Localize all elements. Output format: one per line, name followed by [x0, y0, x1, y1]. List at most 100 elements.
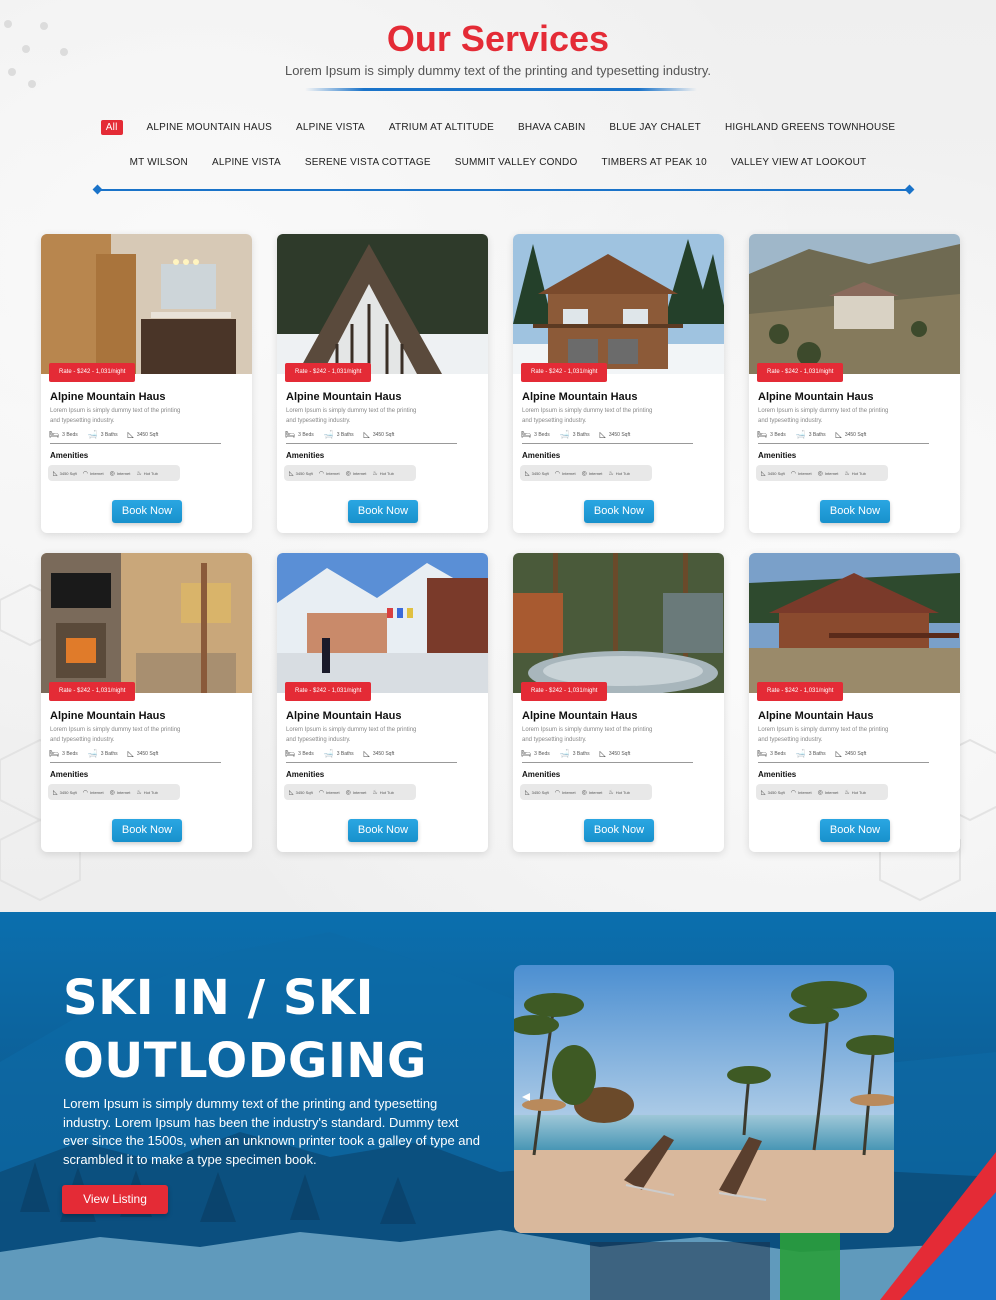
book-now-button[interactable]: Book Now: [584, 819, 654, 842]
amenity-wifi: ◠ Internet: [791, 789, 812, 796]
amenity-internet-label: Internet: [824, 470, 839, 476]
amenity-internet: ◎ Internet: [818, 789, 839, 796]
area-label: 3450 Sqft: [372, 431, 395, 438]
beds-label: 3 Beds: [534, 431, 550, 438]
internet-icon: ◎: [345, 789, 351, 796]
area-label: 3450 Sqft: [136, 750, 159, 757]
amenities-list: ◺ 3450 Sqft ◠ Internet ◎ Internet ♨ Hot Tub: [756, 465, 888, 481]
hot-tub-icon: ♨: [608, 470, 614, 477]
beds-label: 3 Beds: [770, 750, 786, 757]
wifi-icon: ◠: [318, 470, 324, 477]
wifi-icon: ◠: [318, 789, 324, 796]
book-now-button[interactable]: Book Now: [112, 819, 182, 842]
bed-icon: 🛏: [757, 430, 768, 439]
internet-icon: ◎: [581, 470, 587, 477]
filter-alpine-vista[interactable]: ALPINE VISTA: [296, 120, 365, 135]
banner-text: Lorem Ipsum is simply dummy text of the …: [63, 1096, 480, 1167]
filter-timbers-at-peak-10[interactable]: TIMBERS AT PEAK 10: [601, 155, 707, 170]
internet-icon: ◎: [581, 789, 587, 796]
book-now-button[interactable]: Book Now: [820, 819, 890, 842]
listing-title: Alpine Mountain Haus: [522, 710, 638, 722]
amenity-hottub-label: Hot Tub: [851, 470, 866, 476]
bed-icon: 🛏: [757, 749, 768, 758]
banner-title: SKI IN / SKI OUTLODGING: [63, 970, 427, 1089]
filter-serene-vista-cottage[interactable]: SERENE VISTA COTTAGE: [305, 155, 431, 170]
amenity-hottub-label: Hot Tub: [615, 470, 630, 476]
listing-card[interactable]: Rate - $242 - 1,031/night Alpine Mountain…: [513, 553, 724, 852]
amenity-area: ◺ 3450 Sqft: [53, 470, 77, 477]
rate-badge: Rate - $242 - 1,031/night: [49, 682, 136, 701]
rate-badge: Rate - $242 - 1,031/night: [49, 363, 136, 382]
amenities-title: Amenities: [758, 451, 797, 460]
filter-blue-jay-chalet[interactable]: BLUE JAY CHALET: [609, 120, 701, 135]
amenity-internet: ◎ Internet: [818, 470, 839, 477]
baths-label: 3 Baths: [808, 431, 826, 438]
view-listing-button[interactable]: View Listing: [62, 1185, 168, 1214]
area-label: 3450 Sqft: [844, 750, 867, 757]
filter-row-1: All ALPINE MOUNTAIN HAUS ALPINE VISTA AT…: [0, 120, 996, 135]
listing-specs: 🛏 3 Beds 🛁 3 Baths ◺ 3450 Sqft: [757, 430, 866, 439]
card-divider: [758, 443, 929, 444]
listing-title: Alpine Mountain Haus: [522, 391, 638, 403]
area-spec: ◺ 3450 Sqft: [836, 749, 867, 758]
amenity-hottub-label: Hot Tub: [615, 789, 630, 795]
baths-label: 3 Baths: [100, 431, 118, 438]
filter-alpine-mountain-haus[interactable]: ALPINE MOUNTAIN HAUS: [147, 120, 273, 135]
card-divider: [522, 762, 693, 763]
filter-bhava-cabin[interactable]: BHAVA CABIN: [518, 120, 585, 135]
amenity-wifi-label: Internet: [798, 470, 812, 476]
amenity-area: ◺ 3450 Sqft: [525, 789, 549, 796]
book-now-button[interactable]: Book Now: [348, 500, 418, 523]
baths-spec: 🛁 3 Baths: [560, 430, 590, 439]
amenity-wifi: ◠ Internet: [791, 470, 812, 477]
listing-card[interactable]: Rate - $242 - 1,031/night Alpine Mountain…: [277, 553, 488, 852]
amenity-hottub-label: Hot Tub: [851, 789, 866, 795]
area-icon: ◺: [599, 749, 606, 758]
listing-card[interactable]: Rate - $242 - 1,031/night Alpine Mountain…: [513, 234, 724, 533]
filter-alpine-vista-2[interactable]: ALPINE VISTA: [212, 155, 281, 170]
filter-all[interactable]: All: [100, 120, 123, 135]
wifi-icon: ◠: [554, 470, 560, 477]
listing-card[interactable]: Rate - $242 - 1,031/night Alpine Mountain…: [277, 234, 488, 533]
hot-tub-icon: ♨: [136, 789, 142, 796]
amenities-list: ◺ 3450 Sqft ◠ Internet ◎ Internet ♨ Hot Tub: [520, 465, 652, 481]
wifi-icon: ◠: [790, 789, 796, 796]
filter-highland-greens-townhouse[interactable]: HIGHLAND GREENS TOWNHOUSE: [725, 120, 895, 135]
listing-card[interactable]: Rate - $242 - 1,031/night Alpine Mountain…: [41, 234, 252, 533]
area-spec: ◺ 3450 Sqft: [836, 430, 867, 439]
amenity-area: ◺ 3450 Sqft: [761, 789, 785, 796]
filter-mt-wilson[interactable]: MT WILSON: [130, 155, 188, 170]
listing-specs: 🛏 3 Beds 🛁 3 Baths ◺ 3450 Sqft: [757, 749, 866, 758]
filter-valley-view-at-lookout[interactable]: VALLEY VIEW AT LOOKOUT: [731, 155, 866, 170]
beds-spec: 🛏 3 Beds: [521, 749, 550, 758]
listing-card[interactable]: Rate - $242 - 1,031/night Alpine Mountain…: [749, 553, 960, 852]
amenity-wifi-label: Internet: [90, 789, 104, 795]
area-label: 3450 Sqft: [608, 750, 631, 757]
amenities-list: ◺ 3450 Sqft ◠ Internet ◎ Internet ♨ Hot Tub: [284, 465, 416, 481]
book-now-button[interactable]: Book Now: [820, 500, 890, 523]
baths-spec: 🛁 3 Baths: [88, 749, 118, 758]
amenity-wifi: ◠ Internet: [555, 789, 576, 796]
filter-atrium-at-altitude[interactable]: ATRIUM AT ALTITUDE: [389, 120, 494, 135]
amenity-hottub: ♨ Hot Tub: [136, 789, 157, 796]
bath-icon: 🛁: [87, 749, 98, 758]
card-divider: [286, 443, 457, 444]
amenity-wifi-label: Internet: [90, 470, 104, 476]
listing-specs: 🛏 3 Beds 🛁 3 Baths ◺ 3450 Sqft: [285, 430, 394, 439]
listing-card[interactable]: Rate - $242 - 1,031/night Alpine Mountain…: [749, 234, 960, 533]
listing-photo: [749, 234, 960, 374]
bath-icon: 🛁: [323, 430, 334, 439]
filter-summit-valley-condo[interactable]: SUMMIT VALLEY CONDO: [455, 155, 578, 170]
book-now-button[interactable]: Book Now: [112, 500, 182, 523]
amenity-wifi-label: Internet: [562, 470, 576, 476]
amenity-area: ◺ 3450 Sqft: [761, 470, 785, 477]
internet-icon: ◎: [345, 470, 351, 477]
hot-tub-icon: ♨: [844, 470, 850, 477]
listing-card[interactable]: Rate - $242 - 1,031/night Alpine Mountain…: [41, 553, 252, 852]
baths-spec: 🛁 3 Baths: [560, 749, 590, 758]
amenity-wifi-label: Internet: [562, 789, 576, 795]
amenity-wifi-label: Internet: [798, 789, 812, 795]
book-now-button[interactable]: Book Now: [348, 819, 418, 842]
area-icon: ◺: [53, 470, 58, 477]
book-now-button[interactable]: Book Now: [584, 500, 654, 523]
